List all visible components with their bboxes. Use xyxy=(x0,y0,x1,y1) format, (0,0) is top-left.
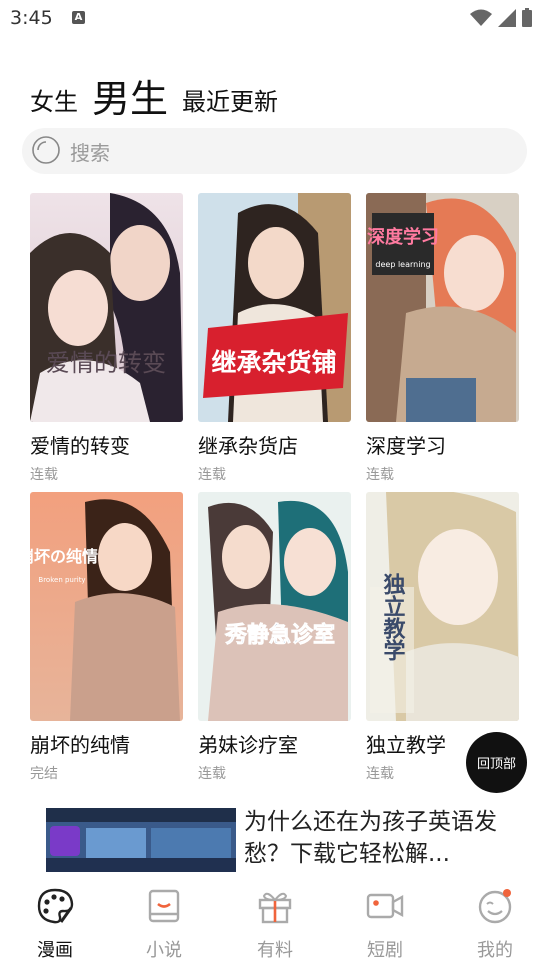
nav-item-novels[interactable]: 小说 xyxy=(124,884,204,962)
comic-status: 连载 xyxy=(198,467,226,483)
gift-icon xyxy=(253,884,297,928)
comic-title[interactable]: 深度学习 xyxy=(366,430,519,459)
comic-status: 连载 xyxy=(198,766,226,782)
signal-icon xyxy=(498,8,516,27)
nav-label: 小说 xyxy=(146,940,182,961)
comic-card[interactable]: 深度学习 deep learning 深度学习 连载 xyxy=(366,193,519,484)
nav-item-short-drama[interactable]: 短剧 xyxy=(345,884,425,962)
cover-title: 继承杂货铺 xyxy=(211,348,336,377)
search-input[interactable]: 搜索 xyxy=(70,137,110,166)
palette-icon xyxy=(33,884,77,928)
nav-item-comics[interactable]: 漫画 xyxy=(15,884,95,962)
comic-status: 完结 xyxy=(30,766,58,782)
nav-label: 我的 xyxy=(477,940,513,961)
search-icon xyxy=(30,134,64,168)
ad-banner[interactable]: 为什么还在为孩子英语发愁？下载它轻松解... xyxy=(46,806,516,872)
comic-card[interactable]: 秀静急诊室 弟妹诊疗室 连载 xyxy=(198,492,351,783)
wifi-icon xyxy=(470,9,492,26)
cover-title: 崩坏の纯情 xyxy=(30,547,98,566)
comic-status: 连载 xyxy=(30,467,58,483)
cover-title: 独立教学 xyxy=(380,573,406,661)
user-face-icon xyxy=(473,884,517,928)
comic-title[interactable]: 继承杂货店 xyxy=(198,430,351,459)
cover-title: 秀静急诊室 xyxy=(224,622,335,648)
ad-text[interactable]: 为什么还在为孩子英语发愁？下载它轻松解... xyxy=(244,806,516,870)
tab-recent-updates[interactable]: 最近更新 xyxy=(182,90,278,118)
comic-cover[interactable]: 秀静急诊室 xyxy=(198,492,351,721)
status-bar: 3:45 A xyxy=(0,0,550,36)
search-bar[interactable]: 搜索 xyxy=(22,128,527,174)
nav-label: 短剧 xyxy=(367,940,403,961)
comic-cover[interactable]: 深度学习 deep learning xyxy=(366,193,519,422)
notification-icon: A xyxy=(72,11,85,24)
status-icons xyxy=(470,8,532,27)
comic-title[interactable]: 崩坏的纯情 xyxy=(30,729,183,758)
comic-card[interactable]: 爱情的转变 爱情的转变 连载 xyxy=(30,193,183,484)
comic-status: 连载 xyxy=(366,467,394,483)
nav-label: 有料 xyxy=(257,940,293,961)
category-tabs: 女生 男生 最近更新 xyxy=(30,76,278,118)
back-to-top-button[interactable]: 回顶部 xyxy=(466,732,527,793)
nav-item-profile[interactable]: 我的 xyxy=(455,884,535,962)
status-time: 3:45 xyxy=(10,7,53,29)
comic-cover[interactable]: 崩坏の纯情 Broken purity xyxy=(30,492,183,721)
cover-title: 深度学习 xyxy=(367,226,439,248)
book-icon xyxy=(142,884,186,928)
nav-label: 漫画 xyxy=(37,940,73,961)
cover-title: 爱情的转变 xyxy=(46,349,166,377)
video-camera-icon xyxy=(363,884,407,928)
comic-card[interactable]: 继承杂货铺 继承杂货店 连载 xyxy=(198,193,351,484)
comic-cover[interactable]: 独立教学 xyxy=(366,492,519,721)
comic-cover[interactable]: 爱情的转变 xyxy=(30,193,183,422)
nav-item-feed[interactable]: 有料 xyxy=(235,884,315,962)
tab-female[interactable]: 女生 xyxy=(30,90,78,118)
battery-icon xyxy=(522,8,532,27)
comic-title[interactable]: 爱情的转变 xyxy=(30,430,183,459)
comic-title[interactable]: 弟妹诊疗室 xyxy=(198,729,351,758)
comic-card[interactable]: 崩坏の纯情 Broken purity 崩坏的纯情 完结 xyxy=(30,492,183,783)
cover-subtitle: deep learning xyxy=(375,260,430,269)
cover-subtitle: Broken purity xyxy=(38,576,85,584)
tab-male[interactable]: 男生 xyxy=(92,80,168,118)
bottom-navigation: 漫画 小说 有料 短剧 我的 xyxy=(0,876,550,979)
ad-thumbnail[interactable] xyxy=(46,808,236,872)
comic-cover[interactable]: 继承杂货铺 xyxy=(198,193,351,422)
